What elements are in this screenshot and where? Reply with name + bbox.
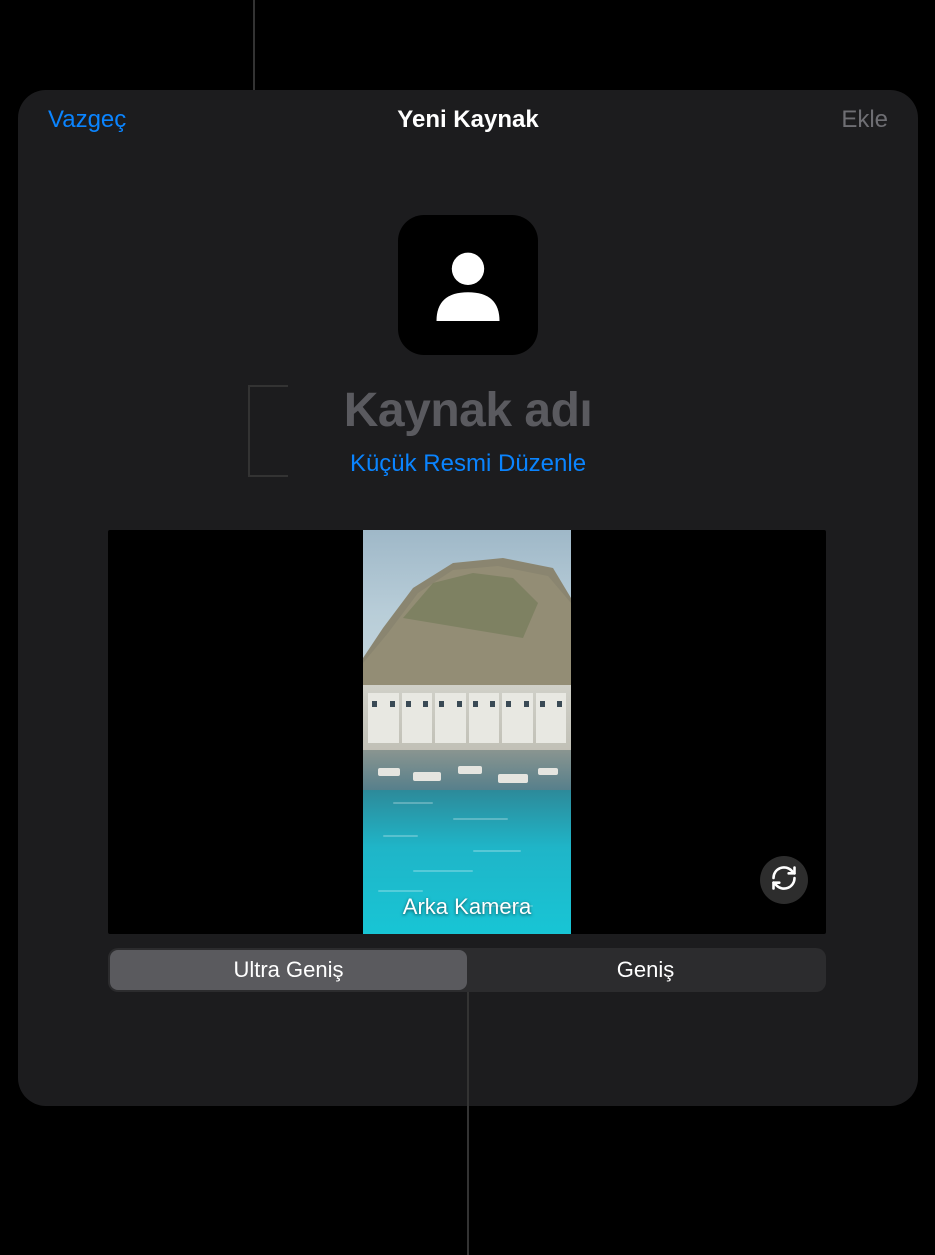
lens-option-wide[interactable]: Geniş	[467, 950, 824, 990]
source-name-input[interactable]: Kaynak adı	[344, 384, 592, 437]
source-name-row: Kaynak adı	[18, 383, 918, 438]
cancel-button[interactable]: Vazgeç	[48, 106, 126, 134]
flip-camera-button[interactable]	[760, 856, 808, 904]
callout-line-top	[253, 0, 255, 90]
add-button[interactable]: Ekle	[841, 106, 888, 134]
callout-bracket-left	[248, 385, 288, 477]
edit-thumbnail-link[interactable]: Küçük Resmi Düzenle	[350, 450, 586, 477]
edit-thumbnail-row: Küçük Resmi Düzenle	[18, 450, 918, 478]
callout-line-bottom	[467, 992, 469, 1255]
new-source-sheet: Vazgeç Yeni Kaynak Ekle Kaynak adı Küçük…	[18, 90, 918, 1106]
lens-option-ultra-wide[interactable]: Ultra Geniş	[110, 950, 467, 990]
navigation-bar: Vazgeç Yeni Kaynak Ekle	[18, 90, 918, 150]
thumbnail-container	[18, 215, 918, 355]
lens-segmented-control[interactable]: Ultra Geniş Geniş	[108, 948, 826, 992]
sheet-title: Yeni Kaynak	[397, 106, 538, 134]
camera-label: Arka Kamera	[363, 894, 571, 920]
preview-buildings	[363, 685, 571, 755]
person-icon	[423, 240, 513, 330]
thumbnail-preview[interactable]	[398, 215, 538, 355]
camera-frame: Arka Kamera	[363, 530, 571, 934]
camera-flip-icon	[770, 864, 798, 897]
camera-preview: Arka Kamera	[108, 530, 826, 934]
